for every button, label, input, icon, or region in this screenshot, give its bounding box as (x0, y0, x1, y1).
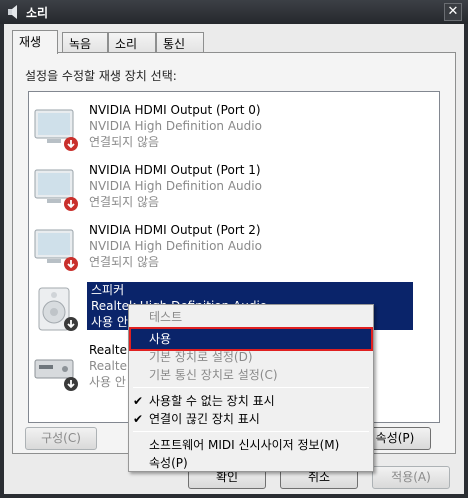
menu-item-properties[interactable]: 속성(P) (131, 453, 371, 473)
close-icon: ✕ (447, 4, 459, 19)
menu-item-label: 사용할 수 없는 장치 표시 (149, 394, 275, 408)
device-name: NVIDIA HDMI Output (Port 2) (89, 223, 261, 237)
menu-separator (133, 431, 369, 432)
device-driver: NVIDIA High Definition Audio (89, 179, 262, 193)
tab-label: 소리 (115, 37, 138, 51)
monitor-icon (34, 109, 78, 151)
instruction-label: 설정을 수정할 재생 장치 선택: (25, 69, 177, 83)
menu-item-set-default[interactable]: 기본 장치로 설정(D) (131, 347, 371, 367)
window-title: 소리 (26, 6, 49, 20)
speaker-icon (38, 287, 78, 331)
close-button[interactable]: ✕ (444, 3, 462, 21)
monitor-icon (34, 229, 78, 271)
menu-item-test[interactable]: 테스트 (131, 307, 371, 327)
device-status: 연결되지 않음 (89, 255, 160, 269)
tab-communications[interactable]: 통신 (156, 32, 204, 52)
tab-label: 녹음 (69, 37, 92, 51)
digital-output-icon (34, 359, 78, 391)
device-item[interactable]: NVIDIA HDMI Output (Port 2) NVIDIA High … (29, 218, 439, 278)
tab-recording[interactable]: 녹음 (62, 32, 108, 52)
sound-dialog: 소리 ✕ 재생 녹음 소리 통신 설정을 수정할 재생 장치 선택: NVIDI… (0, 0, 468, 498)
device-status: 연결되지 않음 (89, 195, 160, 209)
tab-playback[interactable]: 재생 (12, 30, 58, 54)
tab-sounds[interactable]: 소리 (108, 32, 156, 52)
speaker-app-icon (8, 5, 17, 19)
checkmark-icon: ✔ (133, 394, 144, 408)
device-driver: NVIDIA High Definition Audio (89, 239, 262, 253)
configure-button[interactable]: 구성(C) (25, 427, 97, 450)
menu-separator (133, 387, 369, 388)
device-item[interactable]: NVIDIA HDMI Output (Port 0) NVIDIA High … (29, 98, 439, 158)
menu-item-midi-info[interactable]: 소프트웨어 MIDI 신시사이저 정보(M) (131, 435, 371, 455)
device-name: 스피커 (91, 283, 125, 297)
tab-label: 재생 (19, 35, 42, 49)
menu-item-enable[interactable]: 사용 (129, 327, 373, 351)
title-bar: 소리 ✕ (0, 0, 468, 24)
menu-item-show-disabled[interactable]: ✔ 사용할 수 없는 장치 표시 (131, 391, 371, 411)
apply-button[interactable]: 적용(A) (372, 466, 450, 489)
device-name: NVIDIA HDMI Output (Port 1) (89, 163, 261, 177)
menu-item-show-disconnected[interactable]: ✔ 연결이 끊긴 장치 표시 (131, 409, 371, 429)
device-status: 연결되지 않음 (89, 135, 160, 149)
checkmark-icon: ✔ (133, 412, 144, 426)
device-driver: NVIDIA High Definition Audio (89, 119, 262, 133)
tab-label: 통신 (163, 37, 186, 51)
monitor-icon (34, 169, 78, 211)
menu-item-set-default-comm[interactable]: 기본 통신 장치로 설정(C) (131, 365, 371, 385)
device-name: NVIDIA HDMI Output (Port 0) (89, 103, 261, 117)
menu-item-label: 연결이 끊긴 장치 표시 (149, 412, 260, 426)
device-item[interactable]: NVIDIA HDMI Output (Port 1) NVIDIA High … (29, 158, 439, 218)
context-menu: 테스트 사용 기본 장치로 설정(D) 기본 통신 장치로 설정(C) ✔ 사용… (128, 304, 374, 472)
